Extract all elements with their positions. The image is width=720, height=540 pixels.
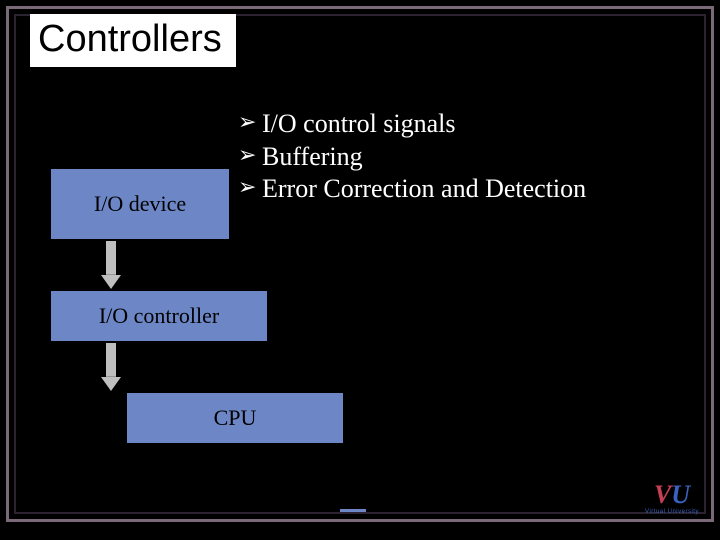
arrow-device-to-controller [102, 240, 120, 289]
node-io-controller: I/O controller [50, 290, 268, 342]
vu-logo-v: V [654, 480, 671, 509]
vu-logo-subtext: Virtual University [645, 509, 699, 515]
slide-title: Controllers [30, 14, 236, 67]
node-io-device: I/O device [50, 168, 230, 240]
node-cpu-label: CPU [214, 405, 257, 431]
vu-logo-text: VU [654, 482, 690, 508]
bullet-item: Buffering [238, 141, 586, 174]
arrow-controller-to-cpu [102, 342, 120, 391]
bullet-list: I/O control signals Buffering Error Corr… [238, 108, 586, 206]
accent-bar [340, 509, 366, 512]
node-io-device-label: I/O device [94, 191, 186, 217]
vu-logo: VU Virtual University [640, 476, 704, 520]
bullet-item: I/O control signals [238, 108, 586, 141]
node-io-controller-label: I/O controller [99, 303, 219, 329]
bullet-item: Error Correction and Detection [238, 173, 586, 206]
node-cpu: CPU [126, 392, 344, 444]
vu-logo-u: U [671, 480, 690, 509]
